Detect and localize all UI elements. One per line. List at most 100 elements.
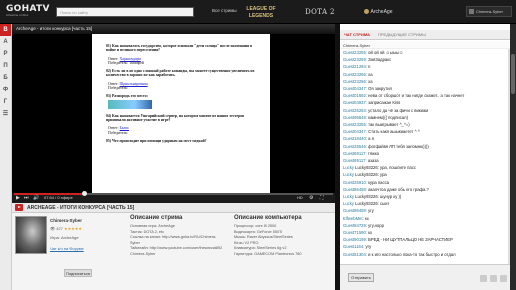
chat-message: Lucky Lucky93226: шунур ку )) <box>343 193 508 200</box>
chat-author[interactable]: Guest04937: <box>343 100 367 105</box>
chat-author[interactable]: Guest23256: <box>343 72 367 77</box>
chat-author[interactable]: Guest25910: <box>343 180 367 185</box>
chat-text: кура пасса <box>368 179 390 185</box>
page-scrollbar-thumb[interactable] <box>511 54 515 94</box>
chat-message: Guest71590: кх <box>343 229 508 236</box>
settings-gear-icon[interactable]: ⚙ <box>309 195 313 201</box>
video-player[interactable]: ArcheAge - итоги конкурса [часть 15] 01)… <box>12 24 335 203</box>
tab-previous-streams[interactable]: ПРЕДЫДУЩИЕ СТРИМЫ <box>378 32 426 37</box>
chat-author[interactable]: Guest04347: <box>343 129 367 134</box>
chat-author[interactable]: Guest23259: <box>343 57 367 62</box>
sidebar-item-p[interactable]: П <box>0 60 11 72</box>
chat-message: ElfwebMet: кх <box>343 215 508 222</box>
tab-chat[interactable]: ЧАТ СТРИМА <box>344 32 370 37</box>
time-readout: 07:54 / 0 эфире <box>44 195 73 200</box>
chat-author[interactable]: Guest04347: <box>343 86 367 91</box>
chat-author[interactable]: Guest95548: <box>343 115 367 120</box>
popout-icon[interactable] <box>500 275 507 282</box>
sidebar-item-v[interactable]: В <box>0 24 11 36</box>
chat-message: Guest01692: нева от сборшот и так нигде … <box>343 92 508 99</box>
chat-author[interactable]: Lucky <box>343 194 354 199</box>
chat-author[interactable]: Guest18440: <box>343 136 367 141</box>
all-streams-link[interactable]: Все стримы <box>212 8 237 13</box>
sidebar-item-g[interactable]: Г <box>0 96 11 108</box>
search-input[interactable]: Поиск по сайту <box>56 7 194 17</box>
chat-author[interactable]: Guest23255: <box>343 50 367 55</box>
chat-author[interactable]: Guest69117: <box>343 158 367 163</box>
chat-author[interactable]: Guest23255: <box>343 122 367 127</box>
doc-image <box>108 99 152 109</box>
stream-description-heading: Описание стрима <box>130 215 183 221</box>
chat-author[interactable]: Guest86458: <box>343 187 367 192</box>
chat-text: камнем)(( подписал) <box>368 114 408 120</box>
sidebar-item-a[interactable]: А <box>0 36 11 48</box>
stream-desc-line[interactable]: Ссылка на канал: http://www.goha.tv/RU/C… <box>130 235 230 241</box>
progress-knob[interactable] <box>82 191 88 196</box>
chat-message: Guest51304: и к иго настолько пока-то та… <box>343 251 508 258</box>
chat-author[interactable]: Guest86458: <box>343 208 367 213</box>
smiley-icon[interactable] <box>480 275 487 282</box>
chat-text: ха <box>368 71 373 77</box>
user-menu[interactable]: Chimera-Syber <box>466 6 512 17</box>
stream-play-badge-icon <box>15 204 23 211</box>
sidebar-item-r[interactable]: Р <box>0 48 11 60</box>
chat-author[interactable]: Guest51304: <box>343 252 367 257</box>
chat-author[interactable]: Guest71590: <box>343 230 367 235</box>
chat-author[interactable]: Guest1164: <box>343 244 364 249</box>
volume-icon[interactable]: 🔊 <box>33 195 39 201</box>
chat-author[interactable]: Lucky <box>343 201 354 206</box>
chat-author[interactable]: Lucky <box>343 172 354 177</box>
chat-author[interactable]: Guest25263: <box>343 108 367 113</box>
send-button[interactable]: Отправить <box>348 273 374 282</box>
chat-text: тяжко <box>367 150 380 156</box>
settings-icon[interactable] <box>490 275 497 282</box>
forum-link[interactable]: Чат к/ч на Форуме <box>50 246 84 251</box>
video-document-frame: 01) Как называлось государство, которое … <box>92 34 270 194</box>
game-tab-dota2[interactable]: DOTA 2 <box>298 3 342 21</box>
sidebar-menu-icon[interactable]: ☰ <box>0 108 11 120</box>
chat-author[interactable]: Guest69117: <box>343 151 367 156</box>
chat-author[interactable]: Lucky <box>343 165 354 170</box>
chat-text: ой ой ой ☺ыыы☺ <box>368 50 404 55</box>
chat-text: кх <box>368 230 373 236</box>
subscribe-button[interactable]: Подписаться <box>64 269 92 277</box>
chat-text: угу <box>368 208 374 214</box>
chat-message: Guest25910: кура пасса <box>343 179 508 186</box>
chat-message: Guest86458: угу <box>343 207 508 214</box>
game-tab-lol[interactable]: LEAGUE OF LEGENDS <box>244 3 278 21</box>
stream-details: Chimera-Syber 👁 427 ★★★★★ Игра: ArcheAge… <box>12 213 335 290</box>
chat-author[interactable]: Guest84729: <box>343 223 367 228</box>
chat-author[interactable]: ElfwebMet: <box>343 216 364 221</box>
game-tab-archeage[interactable]: ArcheAge <box>356 3 400 21</box>
sidebar-item-b[interactable]: Б <box>0 72 11 84</box>
streamer-avatar[interactable] <box>15 216 47 254</box>
doc-answer-2: Ответ: Шрикльнаровняя Победитель: <box>108 81 148 91</box>
site-logo[interactable]: GOHATV streams online <box>6 4 49 18</box>
chat-author[interactable]: Guest21294: <box>343 64 367 69</box>
chat-author[interactable]: Guest23256: <box>343 79 367 84</box>
chat-author[interactable]: Guest25546: <box>343 144 367 149</box>
page-scrollbar[interactable] <box>510 24 516 290</box>
chat-author[interactable]: Guest01692: <box>343 93 367 98</box>
sidebar-item-f[interactable]: Ф <box>0 84 11 96</box>
chat-text: а я <box>368 136 374 142</box>
chat-message: Guest69117: тяжко <box>343 150 508 157</box>
chat-text: так выигрывает ^_^=) <box>368 122 410 128</box>
chat-input-area[interactable]: Отправить <box>340 264 510 290</box>
chat-current-user: Chimera-Syber <box>340 41 510 49</box>
chat-message: Guest21294: п <box>343 63 508 70</box>
user-name: Chimera-Syber <box>476 9 503 14</box>
chat-text: угу,норр <box>368 222 384 228</box>
chat-text: и к иго настолько пока-то так быстро и о… <box>368 251 456 257</box>
channel-name[interactable]: Chimera-Syber <box>50 218 82 223</box>
chat-messages: Guest23255: ой ой ой ☺ыыы☺ Guest23259: За… <box>340 49 508 264</box>
chat-message: Guest04347: Стать какя ашыкиаетет ^ ^ <box>343 128 508 135</box>
next-icon[interactable]: ⏭ <box>24 195 29 201</box>
fullscreen-icon[interactable]: ⛶ <box>320 195 324 201</box>
viewers-icon: 👁 <box>50 226 56 231</box>
hd-button[interactable]: HD <box>297 195 303 201</box>
chat-message: Guest25263: устало да чё за фичи с викиа… <box>343 107 508 114</box>
play-icon[interactable]: ▶ <box>16 195 20 201</box>
chat-author[interactable]: Guest90199: <box>343 237 367 242</box>
chat-text: Lucky93226: ура, пошлите пасс <box>355 165 416 171</box>
